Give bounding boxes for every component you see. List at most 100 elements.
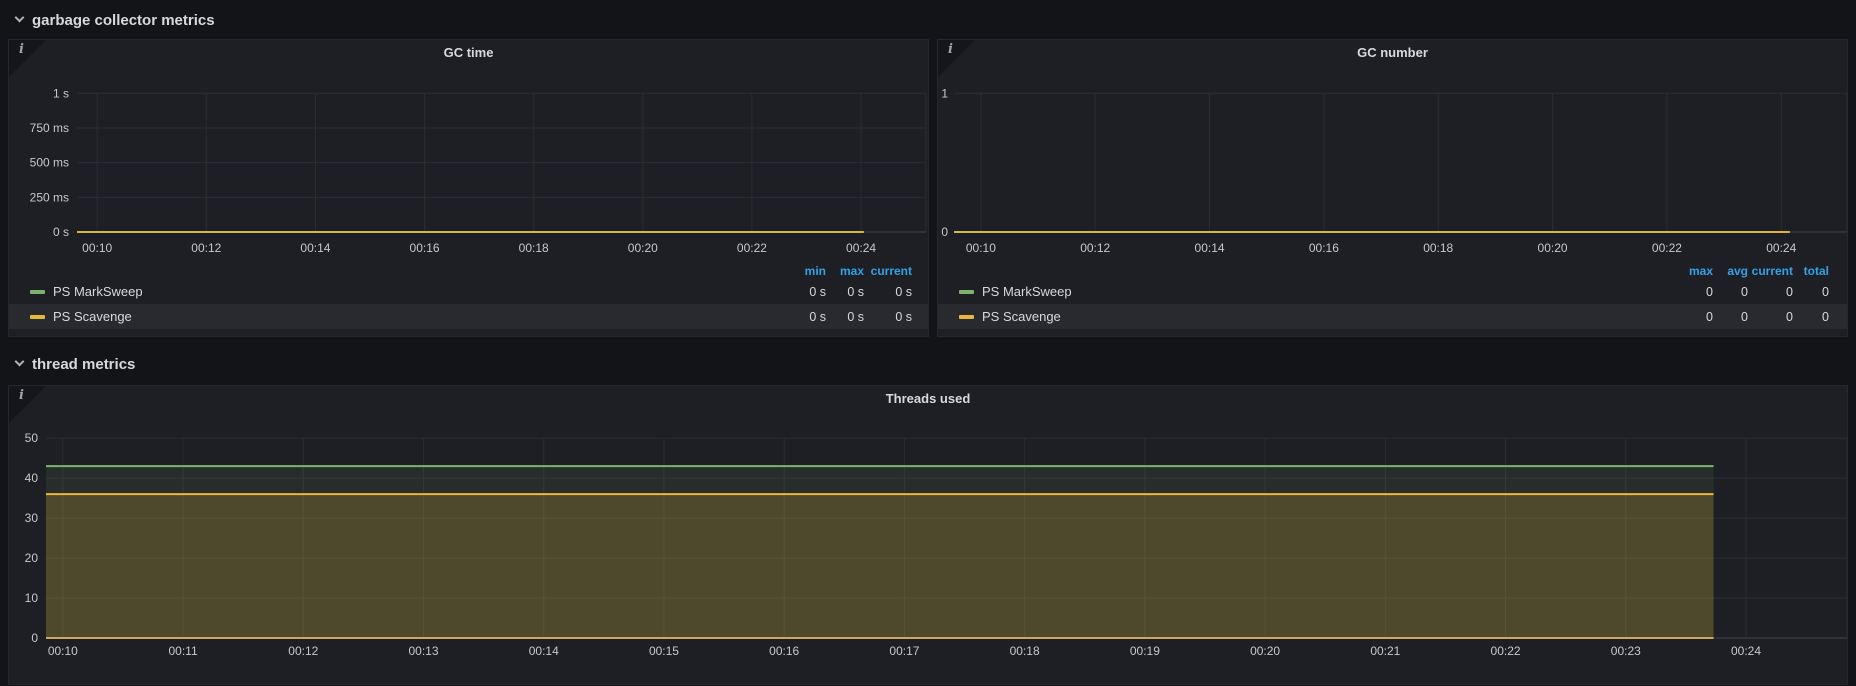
legend-value: 0 s	[786, 310, 826, 324]
legend-value: 0 s	[826, 310, 864, 324]
x-axis-label: 00:21	[1370, 644, 1400, 658]
info-icon: i	[948, 42, 953, 57]
legend-value: 0 s	[786, 285, 826, 299]
x-axis-label: 00:15	[649, 644, 679, 658]
legend-row: PS Scavenge0 s0 s0 s	[9, 304, 928, 329]
info-icon: i	[19, 42, 24, 57]
legend-column-header-current[interactable]: current	[864, 264, 912, 278]
x-axis-label: 00:16	[769, 644, 799, 658]
x-axis-label: 00:10	[82, 241, 112, 255]
x-axis-label: 00:18	[1423, 241, 1453, 255]
x-axis-label: 00:13	[408, 644, 438, 658]
chevron-down-icon	[15, 357, 25, 367]
x-axis-label: 00:22	[1491, 644, 1521, 658]
legend-value: 0	[1793, 310, 1829, 324]
legend-series-name[interactable]: PS MarkSweep	[53, 284, 143, 299]
y-axis-label: 250 ms	[30, 190, 69, 204]
x-axis-label: 00:12	[191, 241, 221, 255]
x-axis-label: 00:14	[529, 644, 559, 658]
x-axis-label: 00:24	[1731, 644, 1761, 658]
legend-series-name[interactable]: PS MarkSweep	[982, 284, 1072, 299]
legend-value: 0	[1673, 310, 1713, 324]
legend-header: minmaxcurrent	[9, 262, 928, 279]
panel-info-corner[interactable]: i	[9, 40, 46, 77]
x-axis-label: 00:23	[1611, 644, 1641, 658]
y-axis-label: 1	[941, 86, 948, 100]
threads-used-chart[interactable]: 00:10 00:11 00:12 00:13 00:14 00:15 00:16 00:17…	[9, 386, 1849, 686]
y-axis-label: 20	[25, 551, 39, 565]
gc-number-legend: maxavgcurrenttotalPS MarkSweep0000PS Sca…	[938, 262, 1847, 329]
legend-value: 0 s	[826, 285, 864, 299]
legend-value: 0	[1713, 285, 1748, 299]
y-axis-label: 0	[31, 631, 38, 645]
section-title: garbage collector metrics	[32, 12, 215, 29]
legend-row: PS MarkSweep0 s0 s0 s	[9, 279, 928, 304]
y-axis-label: 10	[25, 591, 39, 605]
legend-column-header-max[interactable]: max	[1673, 264, 1713, 278]
panel-info-corner[interactable]: i	[9, 386, 46, 423]
legend-column-header-current[interactable]: current	[1748, 264, 1793, 278]
legend-swatch-icon[interactable]	[30, 315, 45, 319]
legend-header: maxavgcurrenttotal	[938, 262, 1847, 279]
section-header-garbage-collector-metrics[interactable]: garbage collector metrics	[16, 8, 215, 32]
legend-swatch-icon[interactable]	[959, 290, 974, 294]
gc-time-legend: minmaxcurrentPS MarkSweep0 s0 s0 sPS Sca…	[9, 262, 928, 329]
legend-series-name[interactable]: PS Scavenge	[53, 309, 132, 324]
panel-gc-number: i GC number 00:10 00:12 00:14 00:16 00:18 00:…	[937, 39, 1848, 337]
legend-series-name[interactable]: PS Scavenge	[982, 309, 1061, 324]
x-axis-label: 00:24	[846, 241, 876, 255]
y-axis-label: 1 s	[53, 86, 69, 100]
legend-column-header-min[interactable]: min	[786, 264, 826, 278]
section-title: thread metrics	[32, 356, 135, 373]
panel-threads-used: i Threads used 00:10 00:11 00:12 00:13 00:14…	[8, 385, 1848, 685]
y-axis-label: 750 ms	[30, 121, 69, 135]
y-axis-label: 0 s	[53, 225, 69, 239]
grafana-dashboard: { "theme": { "page_bg": "#131418", "pane…	[0, 0, 1856, 662]
x-axis-label: 00:17	[889, 644, 919, 658]
legend-value: 0	[1748, 310, 1793, 324]
y-axis-label: 500 ms	[30, 156, 69, 170]
legend-value: 0 s	[864, 310, 912, 324]
panel-title[interactable]: GC number	[938, 45, 1847, 60]
panel-title[interactable]: Threads used	[9, 391, 1847, 406]
legend-column-header-avg[interactable]: avg	[1713, 264, 1748, 278]
series-fill	[46, 494, 1714, 638]
x-axis-label: 00:22	[737, 241, 767, 255]
y-axis-label: 50	[25, 431, 39, 445]
y-axis-label: 40	[25, 471, 39, 485]
legend-row: PS MarkSweep0000	[938, 279, 1847, 304]
x-axis-label: 00:12	[288, 644, 318, 658]
legend-value: 0 s	[864, 285, 912, 299]
x-axis-label: 00:24	[1766, 241, 1796, 255]
chevron-down-icon	[15, 13, 25, 23]
section-header-thread-metrics[interactable]: thread metrics	[16, 352, 135, 376]
panel-info-corner[interactable]: i	[938, 40, 975, 77]
x-axis-label: 00:19	[1130, 644, 1160, 658]
legend-value: 0	[1793, 285, 1829, 299]
x-axis-label: 00:16	[410, 241, 440, 255]
panel-gc-time: i GC time 00:10 00:12 00:14 00:16 00:18 00:20…	[8, 39, 929, 337]
x-axis-label: 00:20	[628, 241, 658, 255]
legend-column-header-total[interactable]: total	[1793, 264, 1829, 278]
x-axis-label: 00:11	[168, 644, 197, 658]
legend-swatch-icon[interactable]	[30, 290, 45, 294]
y-axis-label: 0	[941, 225, 948, 239]
panel-title[interactable]: GC time	[9, 45, 928, 60]
x-axis-label: 00:10	[966, 241, 996, 255]
legend-swatch-icon[interactable]	[959, 315, 974, 319]
legend-value: 0	[1713, 310, 1748, 324]
legend-column-header-max[interactable]: max	[826, 264, 864, 278]
x-axis-label: 00:10	[48, 644, 78, 658]
x-axis-label: 00:16	[1309, 241, 1339, 255]
x-axis-label: 00:20	[1538, 241, 1568, 255]
info-icon: i	[19, 388, 24, 403]
x-axis-label: 00:18	[519, 241, 549, 255]
x-axis-label: 00:14	[1195, 241, 1225, 255]
y-axis-label: 30	[25, 511, 39, 525]
legend-value: 0	[1748, 285, 1793, 299]
x-axis-label: 00:14	[300, 241, 330, 255]
x-axis-label: 00:12	[1080, 241, 1110, 255]
legend-row: PS Scavenge0000	[938, 304, 1847, 329]
legend-value: 0	[1673, 285, 1713, 299]
x-axis-label: 00:18	[1010, 644, 1040, 658]
